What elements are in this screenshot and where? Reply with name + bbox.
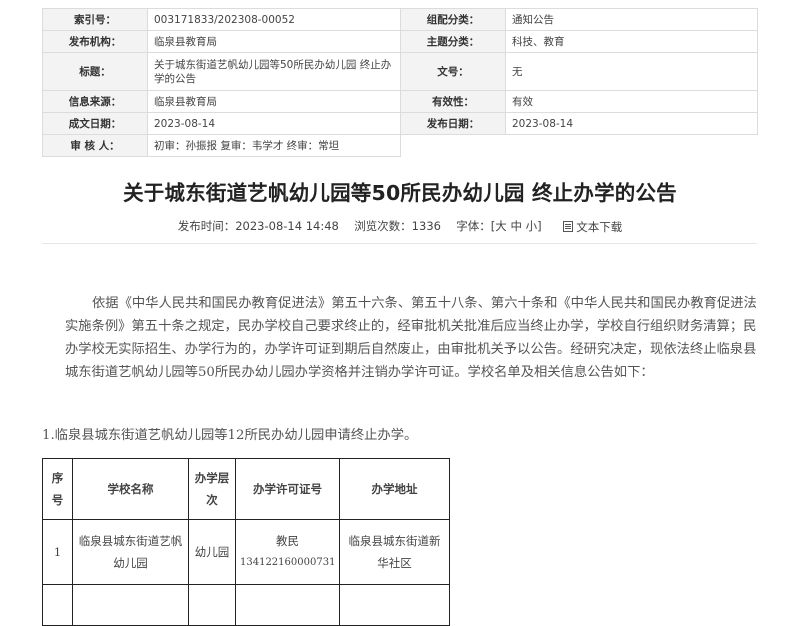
topic-label: 主题分类： xyxy=(400,30,506,53)
row-school-name: 临泉县城东街道艺帆幼儿园 xyxy=(72,519,189,585)
category-label: 组配分类： xyxy=(400,8,506,31)
metadata-row: 标题： 关于城东街道艺帆幼儿园等50所民办幼儿园 终止办学的公告 文号： 无 xyxy=(42,52,758,91)
metadata-table: 索引号： 003171833/202308-00052 组配分类： 通知公告 发… xyxy=(42,8,758,157)
title-value: 关于城东街道艺帆幼儿园等50所民办幼儿园 终止办学的公告 xyxy=(147,52,401,91)
column-header-name: 学校名称 xyxy=(72,458,189,520)
created-date-label: 成文日期： xyxy=(42,112,148,135)
title-divider xyxy=(42,243,757,244)
published-date-value: 2023-08-14 xyxy=(505,112,758,135)
index-label: 索引号： xyxy=(42,8,148,31)
column-header-no: 序号 xyxy=(42,458,73,520)
source-label: 信息来源： xyxy=(42,90,148,113)
docno-label: 文号： xyxy=(400,52,506,91)
document-icon xyxy=(563,221,574,232)
column-header-permit: 办学许可证号 xyxy=(235,458,340,520)
reviewer-label: 审 核 人： xyxy=(42,134,148,157)
topic-value: 科技、教育 xyxy=(505,30,758,53)
font-size-small-button[interactable]: 小 xyxy=(526,218,538,234)
schools-table: 序号 学校名称 办学层次 办学许可证号 办学地址 1 临泉县城东街道艺帆幼儿园 … xyxy=(42,458,450,626)
font-size-bracket: ] xyxy=(537,219,542,233)
article-info-bar: 发布时间：2023-08-14 14:48 浏览次数：1336 字体：[大 中 … xyxy=(0,218,800,235)
article-page: 索引号： 003171833/202308-00052 组配分类： 通知公告 发… xyxy=(0,0,800,626)
category-value: 通知公告 xyxy=(505,8,758,31)
publish-time: 发布时间：2023-08-14 14:48 xyxy=(177,219,339,233)
metadata-row: 信息来源： 临泉县教育局 有效性： 有效 xyxy=(42,90,758,113)
row-level: 幼儿园 xyxy=(188,519,236,585)
index-value: 003171833/202308-00052 xyxy=(147,8,401,31)
text-download-link[interactable]: 文本下载 xyxy=(563,219,622,235)
row-permit: 教民 134122160000731 xyxy=(235,519,340,585)
created-date-value: 2023-08-14 xyxy=(147,112,401,135)
row-permit-prefix: 教民 xyxy=(276,534,299,548)
issuer-label: 发布机构： xyxy=(42,30,148,53)
table-row: 1 临泉县城东街道艺帆幼儿园 幼儿园 教民 134122160000731 临泉… xyxy=(42,519,450,585)
reviewer-value: 初审：孙振报 复审：韦学才 终审：常坦 xyxy=(147,134,401,157)
column-header-level: 办学层次 xyxy=(188,458,236,520)
body-paragraph: 依据《中华人民共和国民办教育促进法》第五十六条、第五十八条、第六十条和《中华人民… xyxy=(65,292,765,384)
section-heading: 1.临泉县城东街道艺帆幼儿园等12所民办幼儿园申请终止办学。 xyxy=(42,428,418,443)
font-size-label: 字体：[ xyxy=(456,219,496,233)
docno-value: 无 xyxy=(505,52,758,91)
metadata-row: 审 核 人： 初审：孙振报 复审：韦学才 终审：常坦 xyxy=(42,134,758,157)
validity-value: 有效 xyxy=(505,90,758,113)
row-address: 临泉县城东街道新华社区 xyxy=(339,519,450,585)
table-header-row: 序号 学校名称 办学层次 办学许可证号 办学地址 xyxy=(42,458,450,520)
text-download-label: 文本下载 xyxy=(576,220,623,234)
row-permit-code: 134122160000731 xyxy=(240,557,336,568)
metadata-row: 发布机构： 临泉县教育局 主题分类： 科技、教育 xyxy=(42,30,758,53)
font-size-medium-button[interactable]: 中 xyxy=(510,218,522,234)
metadata-empty-cell xyxy=(400,134,758,157)
validity-label: 有效性： xyxy=(400,90,506,113)
title-label: 标题： xyxy=(42,52,148,91)
font-size-large-button[interactable]: 大 xyxy=(495,218,507,234)
metadata-row: 成文日期： 2023-08-14 发布日期： 2023-08-14 xyxy=(42,112,758,135)
published-date-label: 发布日期： xyxy=(400,112,506,135)
article-title: 关于城东街道艺帆幼儿园等50所民办幼儿园 终止办学的公告 xyxy=(123,181,677,205)
metadata-row: 索引号： 003171833/202308-00052 组配分类： 通知公告 xyxy=(42,8,758,31)
issuer-value: 临泉县教育局 xyxy=(147,30,401,53)
view-count: 浏览次数：1336 xyxy=(354,219,441,233)
column-header-address: 办学地址 xyxy=(339,458,450,520)
body-paragraph-text: 依据《中华人民共和国民办教育促进法》第五十六条、第五十八条、第六十条和《中华人民… xyxy=(65,296,757,380)
source-value: 临泉县教育局 xyxy=(147,90,401,113)
row-no: 1 xyxy=(42,519,73,585)
